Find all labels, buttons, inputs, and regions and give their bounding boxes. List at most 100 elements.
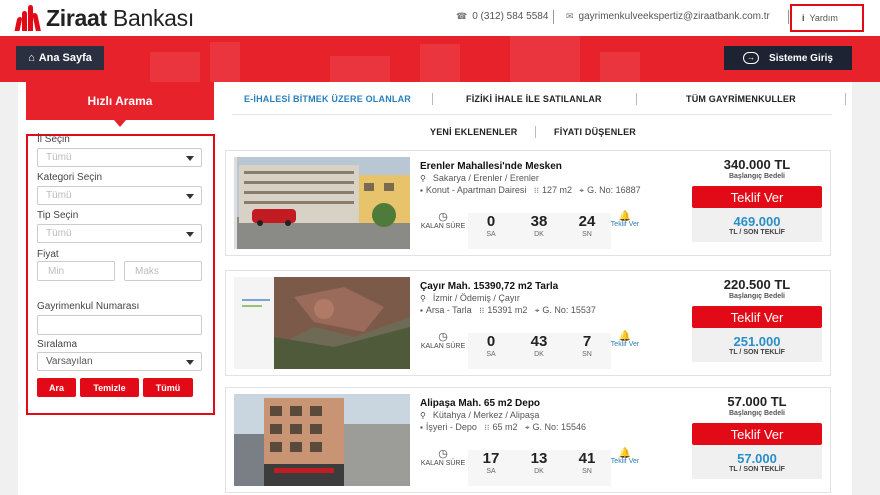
- property-number: G. No: 16887: [587, 185, 641, 195]
- minutes-value: 38: [530, 213, 548, 230]
- place-bid-button[interactable]: Teklif Ver: [692, 186, 822, 208]
- search-button[interactable]: Ara: [37, 378, 76, 397]
- price-label: Fiyat: [37, 249, 59, 260]
- info-icon: i: [802, 13, 805, 23]
- last-offer: 469.000 TL / SON TEKLİF: [692, 208, 822, 242]
- minutes-cell: 13 DK: [518, 450, 560, 475]
- minutes-unit: DK: [534, 231, 544, 238]
- tab-newly-added[interactable]: YENİ EKLENENLER: [430, 127, 518, 137]
- tab-ending-soon[interactable]: E-İHALESİ BİTMEK ÜZERE OLANLAR: [244, 94, 411, 104]
- all-button[interactable]: Tümü: [143, 378, 193, 397]
- listing-card[interactable]: Çayır Mah. 15390,72 m2 Tarla ⚲ İzmir / Öd…: [225, 270, 831, 376]
- province-label: İl Seçin: [37, 134, 70, 145]
- bid-alert-link[interactable]: 🔔 Teklif Ver: [610, 211, 640, 229]
- place-bid-button[interactable]: Teklif Ver: [692, 306, 822, 328]
- property-type: İşyeri - Depo: [425, 422, 477, 432]
- kalan-sure-label: KALAN SÜRE: [420, 460, 466, 467]
- bell-icon: 🔔: [618, 211, 632, 222]
- last-offer-label: TL / SON TEKLİF: [729, 349, 785, 356]
- last-offer-value: 57.000: [737, 451, 777, 466]
- min-price-input[interactable]: Min: [37, 261, 115, 281]
- hours-value: 0: [486, 213, 496, 230]
- map-icon: ⌖: [534, 306, 540, 315]
- max-price-input[interactable]: Maks: [124, 261, 202, 281]
- phone-contact[interactable]: ☎ 0 (312) 584 5584: [456, 11, 548, 22]
- listing-meta: ▪ Konut - Apartman Dairesi ⁝⁝ 127 m2 ⌖ G. N…: [420, 185, 670, 196]
- sort-value: Varsayılan: [46, 356, 93, 367]
- help-label: Yardım: [809, 13, 838, 23]
- building-icon: ▪: [420, 186, 423, 195]
- start-price-label: Başlangıç Bedeli: [728, 173, 786, 180]
- email-contact[interactable]: ✉ gayrimenkulveekspertiz@ziraatbank.com.…: [566, 11, 770, 22]
- seconds-value: 41: [578, 450, 596, 467]
- location-text: Sakarya / Erenler / Erenler: [432, 173, 539, 183]
- category-select[interactable]: Tümü: [37, 186, 202, 205]
- minutes-unit: DK: [534, 351, 544, 358]
- property-number-label: Gayrimenkul Numarası: [37, 301, 140, 312]
- building-icon: ▪: [420, 306, 423, 315]
- last-offer-label: TL / SON TEKLİF: [729, 229, 785, 236]
- listing-card[interactable]: Erenler Mahallesi'nde Mesken ⚲ Sakarya / …: [225, 150, 831, 256]
- bid-alert-label: Teklif Ver: [610, 221, 640, 228]
- map-icon: ⌖: [525, 423, 530, 432]
- listing-title[interactable]: Erenler Mahallesi'nde Mesken: [420, 161, 562, 172]
- price-panel: 340.000 TL Başlangıç Bedeli Teklif Ver 4…: [692, 157, 822, 242]
- chevron-down-icon: [186, 232, 194, 237]
- bid-alert-link[interactable]: 🔔 Teklif Ver: [610, 448, 640, 466]
- location-text: İzmir / Ödemiş / Çayır: [432, 293, 520, 303]
- hours-unit: SA: [486, 351, 496, 358]
- kalan-sure: ◷ KALAN SÜRE: [420, 212, 466, 231]
- bell-icon: 🔔: [618, 331, 632, 342]
- bid-alert-link[interactable]: 🔔 Teklif Ver: [610, 331, 640, 349]
- type-select[interactable]: Tümü: [37, 224, 202, 243]
- property-number: G. No: 15546: [532, 422, 587, 432]
- clock-icon: ◷: [438, 448, 448, 460]
- listing-photo[interactable]: [234, 157, 410, 249]
- kalan-sure-label: KALAN SÜRE: [420, 223, 466, 230]
- listing-title[interactable]: Çayır Mah. 15390,72 m2 Tarla: [420, 281, 558, 292]
- divider: [535, 126, 536, 138]
- seconds-unit: SN: [582, 351, 592, 358]
- listing-card[interactable]: Alipaşa Mah. 65 m2 Depo ⚲ Kütahya / Merke…: [225, 387, 831, 493]
- chevron-down-icon: [186, 360, 194, 365]
- bell-icon: 🔔: [618, 448, 632, 459]
- login-button[interactable]: → Sisteme Giriş: [724, 46, 852, 70]
- help-link[interactable]: i Yardım: [790, 4, 864, 32]
- hours-cell: 17 SA: [470, 450, 512, 475]
- listing-photo[interactable]: [234, 394, 410, 486]
- minutes-cell: 38 DK: [518, 213, 560, 238]
- place-bid-button[interactable]: Teklif Ver: [692, 423, 822, 445]
- tab-all-properties[interactable]: TÜM GAYRİMENKULLER: [686, 94, 796, 104]
- hours-cell: 0 SA: [470, 213, 512, 238]
- hours-cell: 0 SA: [470, 333, 512, 358]
- tab-physical-auction[interactable]: FİZİKİ İHALE İLE SATILANLAR: [466, 94, 602, 104]
- last-offer-label: TL / SON TEKLİF: [729, 466, 785, 473]
- home-button[interactable]: ⌂ Ana Sayfa: [16, 46, 104, 70]
- clear-button[interactable]: Temizle: [80, 378, 139, 397]
- last-offer: 251.000 TL / SON TEKLİF: [692, 328, 822, 362]
- location-pin-icon: ⚲: [420, 410, 426, 420]
- listing-meta: ▪ İşyeri - Depo ⁝⁝ 65 m2 ⌖ G. No: 15546: [420, 422, 670, 433]
- area-icon: ⁝⁝: [484, 423, 490, 432]
- ziraat-logo[interactable]: Ziraat Bankası: [14, 4, 194, 32]
- sort-select[interactable]: Varsayılan: [37, 352, 202, 371]
- category-label: Kategori Seçin: [37, 172, 103, 183]
- last-offer: 57.000 TL / SON TEKLİF: [692, 445, 822, 479]
- listing-meta: ▪ Arsa - Tarla ⁝⁝ 15391 m2 ⌖ G. No: 15537: [420, 305, 670, 316]
- minutes-unit: DK: [534, 468, 544, 475]
- seconds-cell: 41 SN: [566, 450, 608, 475]
- mail-icon: ✉: [566, 11, 574, 21]
- kalan-sure-label: KALAN SÜRE: [420, 343, 466, 350]
- listing-photo[interactable]: [234, 277, 410, 369]
- location-pin-icon: ⚲: [420, 173, 426, 183]
- category-value: Tümü: [46, 190, 72, 201]
- login-label: Sisteme Giriş: [769, 52, 833, 64]
- property-number-input[interactable]: [37, 315, 202, 335]
- listing-title[interactable]: Alipaşa Mah. 65 m2 Depo: [420, 398, 540, 409]
- province-select[interactable]: Tümü: [37, 148, 202, 167]
- tab-price-dropped[interactable]: FİYATI DÜŞENLER: [554, 127, 636, 137]
- location-text: Kütahya / Merkez / Alipaşa: [432, 410, 540, 420]
- price-panel: 220.500 TL Başlangıç Bedeli Teklif Ver 2…: [692, 277, 822, 362]
- property-type: Konut - Apartman Dairesi: [425, 185, 527, 195]
- divider: [788, 10, 789, 24]
